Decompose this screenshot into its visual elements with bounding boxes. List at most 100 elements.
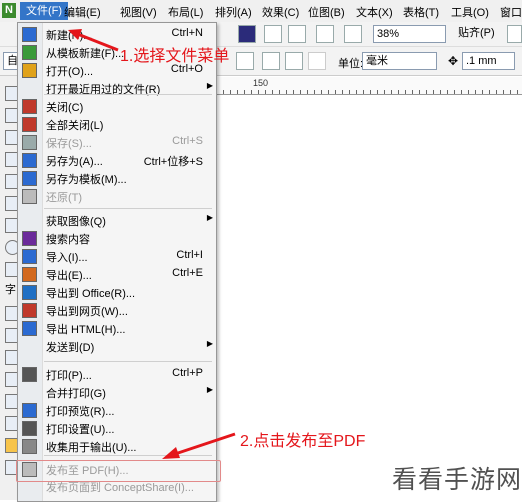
units-select[interactable]: 毫米: [362, 52, 437, 70]
menu-view[interactable]: 视图(V): [120, 4, 157, 20]
options-icon[interactable]: [507, 25, 522, 43]
file-menu-item[interactable]: 收集用于输出(U)...: [17, 437, 215, 455]
file-menu-item[interactable]: 另存为模板(M)...: [17, 169, 215, 187]
annotation-step1: 1.选择文件菜单: [120, 48, 230, 65]
new-doc-icon: [22, 27, 37, 42]
menu-item-shortcut: Ctrl+S: [172, 135, 203, 147]
close-all-icon: [22, 117, 37, 132]
menu-separator: [44, 94, 212, 95]
menu-item-label: 导出到网页(W)...: [46, 306, 128, 318]
nudge-icon: ✥: [448, 54, 459, 68]
file-menu-item[interactable]: 搜索内容: [17, 229, 215, 247]
menu-item-shortcut: Ctrl+E: [172, 267, 203, 279]
menu-item-label: 还原(T): [46, 192, 83, 204]
pdf-toolbar-icon[interactable]: [316, 25, 334, 43]
print-icon: [22, 367, 37, 382]
zoom-level-select[interactable]: 38%: [373, 25, 446, 43]
menu-bitmaps[interactable]: 位图(B): [308, 4, 345, 20]
file-menu-items: 新建(N)... Ctrl+N 从模板新建(F)... 打开(O)... Ctrl+O 打…: [17, 22, 215, 500]
close-doc-icon: [22, 99, 37, 114]
file-menu-item[interactable]: 还原(T): [17, 187, 215, 205]
submenu-arrow-icon: ▶: [206, 213, 213, 222]
menu-item-label: 保存(S)...: [46, 138, 92, 150]
file-menu-item[interactable]: 另存为(A)... Ctrl+位移+S: [17, 151, 215, 169]
menu-file[interactable]: 文件(F): [20, 2, 69, 20]
menu-table[interactable]: 表格(T): [403, 4, 439, 20]
search-content-icon: [22, 231, 37, 246]
menu-item-shortcut: Ctrl+I: [176, 249, 203, 261]
menu-item-label: 打印预览(R)...: [46, 406, 115, 418]
file-menu-item[interactable]: 导入(I)... Ctrl+I: [17, 247, 215, 265]
menu-item-label: 另存为(A)...: [46, 156, 103, 168]
file-menu-item[interactable]: 打印预览(R)...: [17, 401, 215, 419]
file-menu-item[interactable]: 新建(N)... Ctrl+N: [17, 25, 215, 43]
menu-separator: [44, 455, 212, 456]
menu-separator: [44, 208, 212, 209]
template-icon: [22, 45, 37, 60]
menu-item-label: 搜索内容: [46, 234, 90, 246]
menu-item-shortcut: Ctrl+N: [171, 27, 203, 39]
snap-to-dropdown[interactable]: 贴齐(P): [455, 25, 508, 41]
menu-edit[interactable]: 编辑(E): [64, 4, 101, 20]
menu-item-label: 打开(O)...: [46, 66, 94, 78]
print-setup-icon: [22, 421, 37, 436]
ruler-label: 150: [253, 78, 269, 88]
current-page-icon[interactable]: [308, 52, 326, 70]
menu-separator: [44, 361, 212, 362]
file-menu-item[interactable]: 导出到网页(W)...: [17, 301, 215, 319]
menu-item-label: 合并打印(G): [46, 388, 106, 400]
file-menu-item[interactable]: 导出到 Office(R)...: [17, 283, 215, 301]
menu-item-label: 从模板新建(F)...: [46, 48, 125, 60]
save-template-icon: [22, 171, 37, 186]
import-icon: [22, 249, 37, 264]
highlight-box: [16, 460, 221, 482]
export-icon: [22, 267, 37, 282]
menu-item-label: 关闭(C): [46, 102, 84, 114]
units-label: 单位:: [338, 58, 364, 70]
file-menu-item[interactable]: 打印(P)... Ctrl+P: [17, 365, 215, 383]
submenu-arrow-icon: ▶: [206, 339, 213, 348]
full-screen-icon[interactable]: [344, 25, 362, 43]
menu-window[interactable]: 窗口: [500, 4, 522, 20]
menu-item-label: 导出到 Office(R)...: [46, 288, 136, 300]
menu-item-label: 导出 HTML(H)...: [46, 324, 126, 336]
menu-bar: N 文件(F) 编辑(E) 视图(V) 布局(L) 排列(A) 效果(C) 位图…: [0, 0, 522, 23]
menu-item-label: 新建(N)...: [46, 30, 93, 42]
save-as-icon: [22, 153, 37, 168]
import-toolbar-icon[interactable]: [264, 25, 282, 43]
launcher-icon[interactable]: [238, 25, 256, 43]
menu-item-shortcut: Ctrl+位移+S: [143, 156, 203, 168]
menu-tools[interactable]: 工具(O): [451, 4, 489, 20]
file-menu-item[interactable]: 导出 HTML(H)...: [17, 319, 215, 337]
menu-item-label: 获取图像(Q): [46, 216, 106, 228]
file-menu-item[interactable]: 保存(S)... Ctrl+S: [17, 133, 215, 151]
file-menu-item[interactable]: 关闭(C): [17, 97, 215, 115]
file-menu-item[interactable]: 合并打印(G) ▶: [17, 383, 215, 401]
watermark-text: 看看手游网: [392, 466, 522, 494]
nudge-distance-input[interactable]: .1 mm: [462, 52, 515, 70]
menu-arrange[interactable]: 排列(A): [215, 4, 252, 20]
menu-layout[interactable]: 布局(L): [168, 4, 203, 20]
annotation-step2: 2.点击发布至PDF: [240, 433, 366, 450]
menu-item-label: 另存为模板(M)...: [46, 174, 127, 186]
menu-text[interactable]: 文本(X): [356, 4, 393, 20]
submenu-arrow-icon: ▶: [206, 81, 213, 90]
file-menu-item[interactable]: 发送到(D) ▶: [17, 337, 215, 355]
app-logo-icon: N: [2, 3, 16, 18]
menu-item-label: 导入(I)...: [46, 252, 88, 264]
collect-output-icon: [22, 439, 37, 454]
landscape-icon[interactable]: [262, 52, 280, 70]
portrait-icon[interactable]: [236, 52, 254, 70]
menu-item-label: 发送到(D): [46, 342, 95, 354]
menu-item-label: 打印设置(U)...: [46, 424, 115, 436]
print-preview-icon: [22, 403, 37, 418]
export-toolbar-icon[interactable]: [288, 25, 306, 43]
file-menu-item[interactable]: 打印设置(U)...: [17, 419, 215, 437]
revert-icon: [22, 189, 37, 204]
file-menu-item[interactable]: 导出(E)... Ctrl+E: [17, 265, 215, 283]
all-pages-icon[interactable]: [285, 52, 303, 70]
file-menu-item[interactable]: 获取图像(Q) ▶: [17, 211, 215, 229]
save-icon: [22, 135, 37, 150]
file-menu-item[interactable]: 全部关闭(L): [17, 115, 215, 133]
menu-effects[interactable]: 效果(C): [262, 4, 299, 20]
